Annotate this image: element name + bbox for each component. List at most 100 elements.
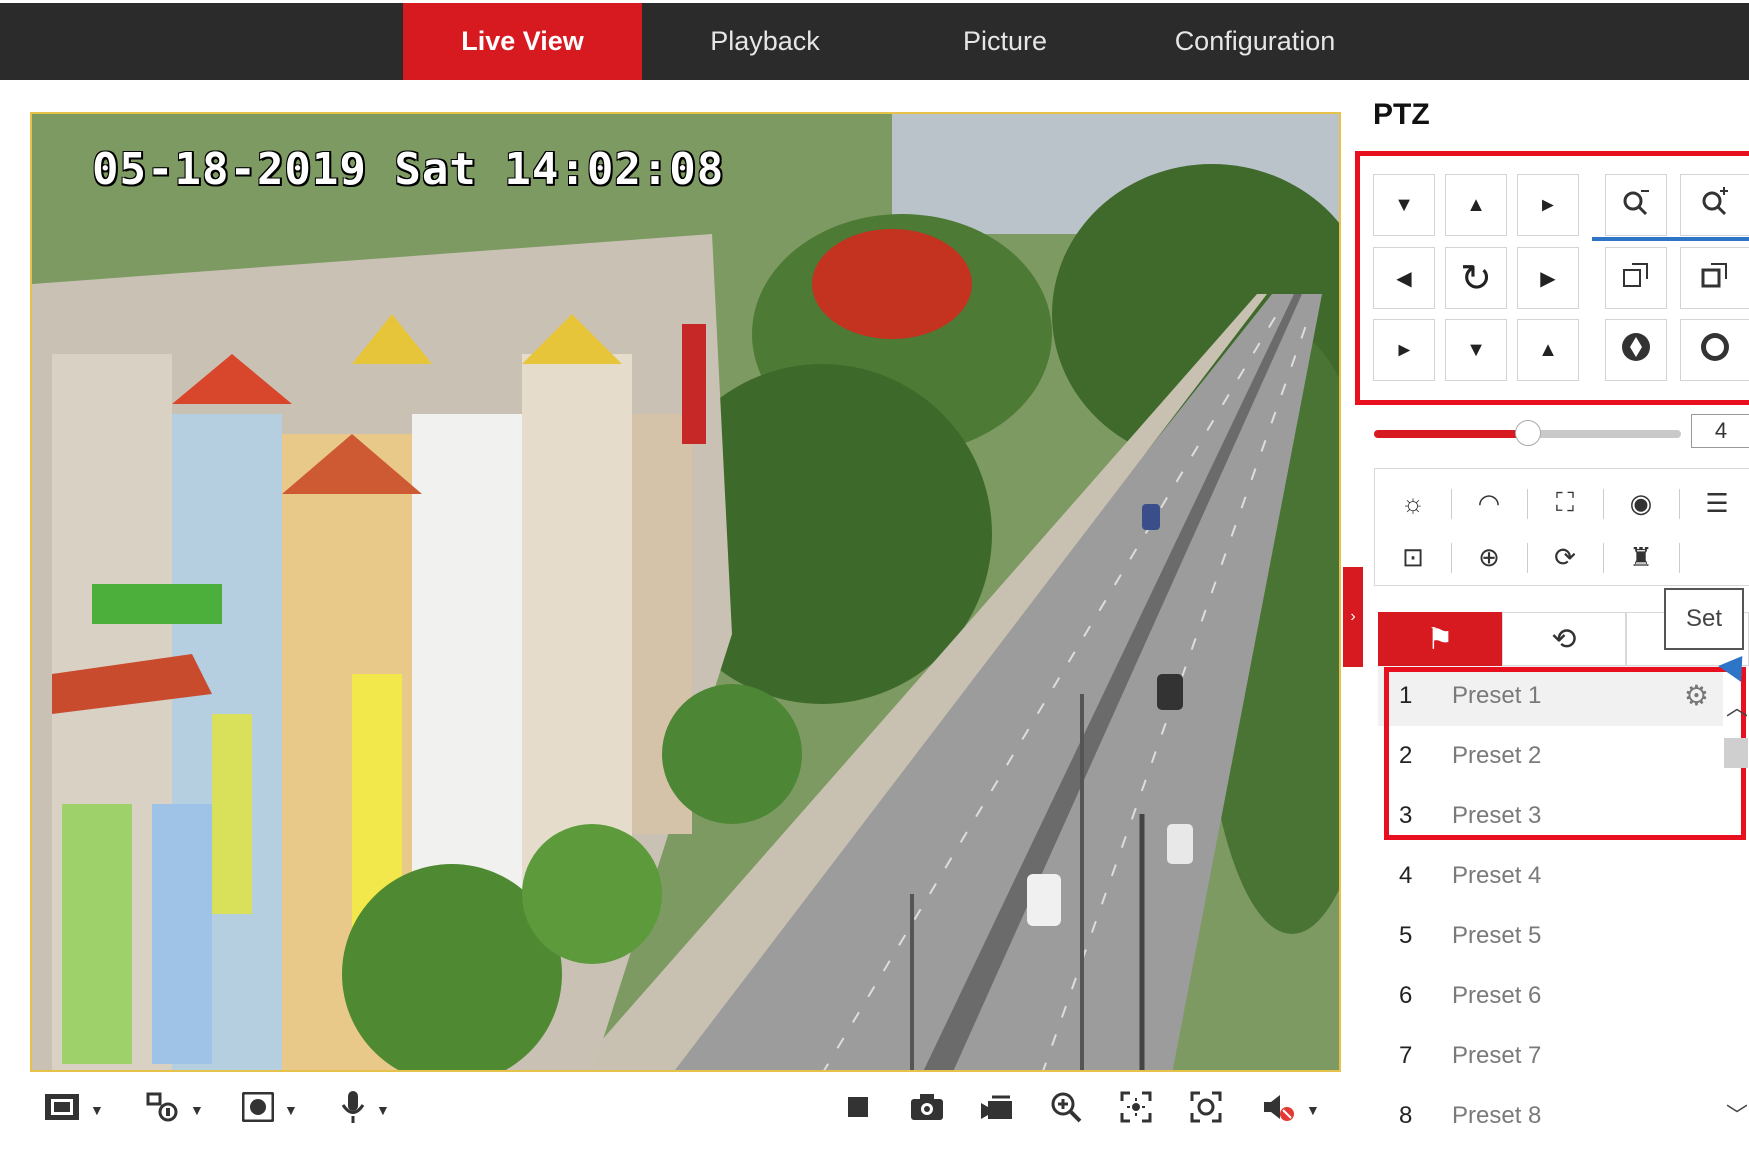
preset-number: 7 (1399, 1042, 1413, 1069)
ptz-down-right-button[interactable]: ▲ (1517, 319, 1579, 381)
divider (1451, 489, 1452, 519)
preset-name: Preset 3 (1452, 802, 1542, 829)
stop-button[interactable] (846, 1090, 870, 1130)
stream-type-button[interactable]: ▼ (146, 1090, 204, 1130)
camera-scene (32, 114, 1339, 1070)
ptz-auto-pan-button[interactable]: ↻ (1445, 247, 1507, 309)
regional-exposure-button[interactable] (1120, 1090, 1152, 1130)
light-button[interactable]: ☼ (1383, 481, 1443, 525)
ptz-left-button[interactable]: ◀ (1373, 247, 1435, 309)
divider (1527, 543, 1528, 573)
focus-near-button[interactable] (1605, 247, 1667, 309)
capture-button[interactable] (910, 1090, 944, 1130)
rotate-icon: ↻ (1460, 257, 1492, 300)
arrow-right-icon: ▶ (1540, 267, 1556, 290)
chevron-down-icon[interactable]: ﹀ (1726, 1098, 1748, 1130)
preset-row[interactable]: 1 Preset 1 ⚙ (1378, 666, 1723, 726)
menu-button[interactable]: ☰ (1687, 481, 1747, 525)
record-icon (980, 1093, 1014, 1128)
arrow-up-right-icon: ▼ (1536, 195, 1559, 215)
ptz-function-panel: ☼ ◠ ⛶ ◉ ☰ ⊡ ⊕ ⟳ ♜ (1374, 468, 1749, 586)
ptz-down-left-button[interactable]: ▲ (1373, 319, 1435, 381)
zoom-in-icon (1700, 187, 1730, 223)
plugin-button[interactable]: ▼ (241, 1090, 298, 1130)
preset-number: 1 (1399, 682, 1413, 709)
zoom-out-button[interactable] (1605, 174, 1667, 236)
preset-row[interactable]: 7 Preset 7 (1378, 1026, 1723, 1086)
arrow-down-right-icon: ▲ (1538, 338, 1558, 361)
microphone-icon (340, 1090, 366, 1131)
iris-close-button[interactable] (1605, 319, 1667, 381)
ptz-up-left-button[interactable]: ▼ (1373, 174, 1435, 236)
plugin-icon (241, 1091, 275, 1129)
digital-zoom-button[interactable] (1050, 1090, 1082, 1130)
audio-button[interactable]: ▼ (1262, 1090, 1320, 1130)
3d-zoom-icon: ⊕ (1478, 541, 1500, 572)
divider (1603, 489, 1604, 519)
ptz-down-button[interactable]: ▼ (1445, 319, 1507, 381)
wiper-icon: ◠ (1477, 487, 1501, 518)
osd-timestamp: 05-18-2019 Sat 14:02:08 (92, 144, 725, 195)
focus-far-button[interactable] (1680, 247, 1749, 309)
focus-near-icon (1622, 261, 1650, 295)
live-view-toolbar: ▼ ▼ ▼ ▼ ▼ (30, 1080, 1341, 1142)
preset-number: 6 (1399, 982, 1413, 1009)
ptz-up-button[interactable]: ▲ (1445, 174, 1507, 236)
panel-collapse-handle[interactable]: › (1343, 567, 1363, 667)
ptz-title: PTZ (1373, 98, 1430, 131)
arrow-down-left-icon: ▲ (1393, 340, 1416, 360)
wiper-button[interactable]: ◠ (1459, 481, 1519, 525)
patrol-icon: ⟲ (1551, 622, 1577, 656)
lens-init-button[interactable]: ◉ (1611, 481, 1671, 525)
ptz-right-button[interactable]: ▶ (1517, 247, 1579, 309)
park-button[interactable]: ♜ (1611, 535, 1671, 579)
aux-focus-button[interactable]: ⊡ (1383, 535, 1443, 579)
manual-tracking-button[interactable]: ⟳ (1535, 535, 1595, 579)
tab-playback[interactable]: Playback (660, 3, 870, 80)
tab-patrol[interactable]: ⟲ (1502, 612, 1626, 666)
preset-name: Preset 8 (1452, 1102, 1542, 1129)
tab-picture[interactable]: Picture (900, 3, 1110, 80)
chevron-down-icon: ▼ (376, 1102, 390, 1118)
preset-name: Preset 7 (1452, 1042, 1542, 1069)
menu-icon: ☰ (1705, 487, 1729, 518)
zoom-in-button[interactable] (1680, 174, 1749, 236)
preset-row[interactable]: 2 Preset 2 (1378, 726, 1723, 786)
microphone-button[interactable]: ▼ (340, 1090, 390, 1130)
chevron-down-icon: ▼ (190, 1102, 204, 1118)
preset-row[interactable]: 6 Preset 6 (1378, 966, 1723, 1026)
tab-configuration[interactable]: Configuration (1140, 3, 1370, 80)
divider (1679, 489, 1680, 519)
one-touch-focus-button[interactable]: ⛶ (1535, 481, 1595, 525)
preset-row[interactable]: 8 Preset 8 (1378, 1086, 1723, 1146)
arrow-left-icon: ◀ (1396, 267, 1412, 290)
3d-zoom-button[interactable]: ⊕ (1459, 535, 1519, 579)
record-button[interactable] (980, 1090, 1014, 1130)
tab-live-view[interactable]: Live View (403, 3, 642, 80)
ptz-speed-slider[interactable] (1374, 420, 1681, 446)
scrollbar-thumb[interactable] (1724, 738, 1748, 768)
regional-focus-icon (1190, 1091, 1222, 1130)
preset-scrollbar[interactable]: ︿ ﹀ (1722, 690, 1749, 1145)
preset-name: Preset 5 (1452, 922, 1542, 949)
window-layout-button[interactable]: ▼ (44, 1090, 104, 1130)
preset-number: 2 (1399, 742, 1413, 769)
park-icon: ♜ (1629, 541, 1653, 572)
preset-row[interactable]: 3 Preset 3 (1378, 786, 1723, 846)
iris-open-button[interactable] (1680, 319, 1749, 381)
preset-number: 4 (1399, 862, 1413, 889)
camera-icon (910, 1093, 944, 1128)
slider-handle[interactable] (1514, 420, 1541, 446)
preset-number: 3 (1399, 802, 1413, 829)
arrow-down-icon: ▼ (1466, 338, 1486, 361)
lens-init-icon: ◉ (1629, 487, 1653, 518)
live-video-view[interactable]: 05-18-2019 Sat 14:02:08 (30, 112, 1341, 1072)
gear-icon[interactable]: ⚙ (1684, 666, 1709, 726)
tab-preset[interactable]: ⚑ (1378, 612, 1502, 666)
preset-row[interactable]: 5 Preset 5 (1378, 906, 1723, 966)
regional-focus-button[interactable] (1190, 1090, 1222, 1130)
preset-name: Preset 2 (1452, 742, 1542, 769)
ptz-up-right-button[interactable]: ▼ (1517, 174, 1579, 236)
preset-row[interactable]: 4 Preset 4 (1378, 846, 1723, 906)
chevron-up-icon[interactable]: ︿ (1726, 690, 1748, 722)
